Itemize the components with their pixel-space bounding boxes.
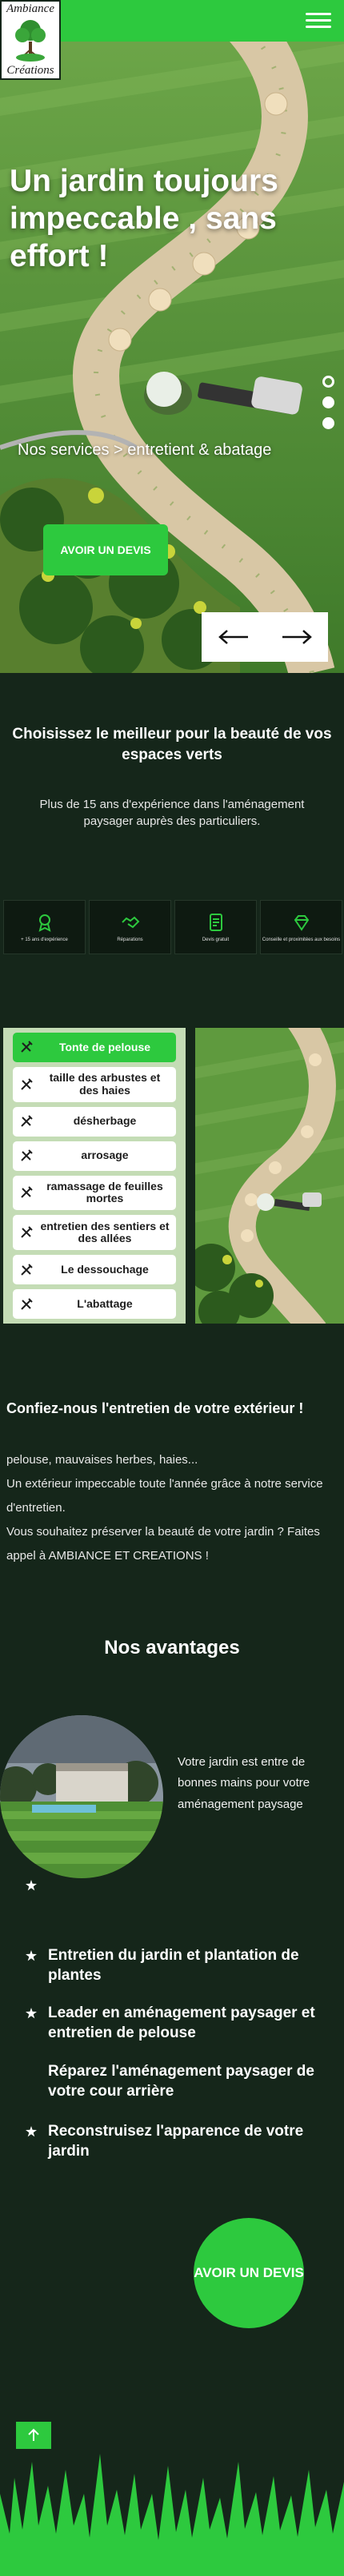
service-label: arrosage xyxy=(81,1149,129,1162)
service-label: désherbage xyxy=(73,1114,137,1128)
slider-arrows xyxy=(202,612,328,662)
service-label: taille des arbustes et des haies xyxy=(49,1071,161,1097)
advantages-photo xyxy=(0,1715,163,1878)
service-label: Tonte de pelouse xyxy=(58,1040,151,1053)
hero-section: Un jardin toujours impeccable , sans eff… xyxy=(0,0,344,673)
advantages-quote-button[interactable]: AVOIR UN DEVIS xyxy=(194,2218,304,2328)
service-tab-watering[interactable]: arrosage xyxy=(13,1141,176,1171)
slider-prev-button[interactable] xyxy=(210,621,258,653)
hamburger-menu-button[interactable] xyxy=(304,6,333,34)
service-tab-tree-felling[interactable]: L'abattage xyxy=(13,1289,176,1320)
stat-card-free-quote: Devis gratuit xyxy=(174,900,257,954)
service-tab-path-maintenance[interactable]: entretien des sentiers et des allées xyxy=(13,1215,176,1251)
award-icon xyxy=(38,914,50,932)
service-label: entretien des sentiers et des allées xyxy=(40,1219,170,1245)
stat-label: Réparations xyxy=(117,937,143,942)
tools-icon xyxy=(21,1226,33,1238)
service-tab-lawn-mowing[interactable]: Tonte de pelouse xyxy=(13,1033,176,1062)
logo-text-top: Ambiance xyxy=(6,2,54,15)
slider-dot-3[interactable] xyxy=(322,417,334,429)
slider-next-button[interactable] xyxy=(273,621,321,653)
stat-card-experience: + 15 ans d'expérience xyxy=(3,900,86,954)
service-tab-stump-removal[interactable]: Le dessouchage xyxy=(13,1255,176,1285)
service-tab-weeding[interactable]: désherbage xyxy=(13,1106,176,1137)
service-tab-leaf-collection[interactable]: ramassage de feuilles mortes xyxy=(13,1175,176,1211)
hero-quote-button[interactable]: AVOIR UN DEVIS xyxy=(43,524,168,575)
logo-text-bottom: Créations xyxy=(6,64,54,77)
hero-title: Un jardin toujours impeccable , sans eff… xyxy=(10,164,278,273)
slider-dot-2[interactable] xyxy=(322,396,334,408)
about-text: pelouse, mauvaises herbes, haies... Un e… xyxy=(6,1448,341,1568)
garden-path-image xyxy=(195,1028,344,1324)
advantages-caption: Votre jardin est entre de bonnes mains p… xyxy=(178,1755,310,1811)
hamburger-menu-icon xyxy=(306,12,331,15)
quote-document-icon xyxy=(209,913,222,931)
service-label: L'abattage xyxy=(77,1296,133,1310)
star-icon xyxy=(26,2126,37,2137)
service-label: Le dessouchage xyxy=(61,1262,149,1276)
tools-icon xyxy=(21,1297,33,1310)
advantages-title: Nos avantages xyxy=(104,1637,240,1658)
service-tab-hedge-trimming[interactable]: taille des arbustes et des haies xyxy=(13,1066,176,1102)
slider-dots xyxy=(322,376,334,429)
diamond-icon xyxy=(294,914,309,931)
advantage-item: Réparez l'aménagement paysager de votre … xyxy=(48,2063,314,2100)
stat-label: Devis gratuit xyxy=(202,937,230,942)
service-label: ramassage de feuilles mortes xyxy=(46,1180,163,1205)
site-header: Ambiance Créations xyxy=(0,0,344,80)
about-heading: Confiez-nous l'entretien de votre extéri… xyxy=(6,1400,304,1416)
tree-logo-icon xyxy=(15,20,46,62)
advantage-item: Leader en aménagement paysager et entret… xyxy=(48,2005,315,2041)
intro-title: Choisissez le meilleur pour la beauté de… xyxy=(12,726,332,763)
scroll-to-top-button[interactable] xyxy=(16,2422,51,2449)
stat-label: + 15 ans d'expérience xyxy=(21,937,68,942)
tools-icon xyxy=(21,1078,33,1090)
about-line: Vous souhaitez préserver la beauté de vo… xyxy=(6,1525,320,1563)
arrow-up-icon xyxy=(28,2428,39,2441)
stat-label: Conseille et proximitées aux besoins xyxy=(262,937,341,942)
site-logo[interactable]: Ambiance Créations xyxy=(0,0,61,80)
tools-icon xyxy=(21,1263,33,1276)
star-icon xyxy=(26,1950,37,1961)
handshake-icon xyxy=(121,916,139,928)
star-icon xyxy=(26,2008,37,2019)
advantage-item: Entretien du jardin et plantation de pla… xyxy=(48,1947,299,1984)
service-image xyxy=(195,1028,344,1324)
header-bar xyxy=(61,0,344,42)
tools-icon xyxy=(21,1149,33,1161)
stat-card-advice: Conseille et proximitées aux besoins xyxy=(260,900,342,954)
stat-card-repairs: Réparations xyxy=(89,900,171,954)
hero-subtitle: Nos services > entretient & abatage xyxy=(18,441,272,459)
lawn-pool-image xyxy=(0,1715,163,1878)
advantage-item: Reconstruisez l'apparence de votre jardi… xyxy=(48,2123,304,2160)
arrow-right-icon xyxy=(282,630,312,644)
arrow-left-icon xyxy=(218,630,248,644)
intro-text: Plus de 15 ans d'expérience dans l'aména… xyxy=(39,798,305,828)
tools-icon xyxy=(21,1186,33,1199)
star-icon xyxy=(26,1880,37,1891)
about-line: Un extérieur impeccable toute l'année gr… xyxy=(6,1477,323,1515)
about-line: pelouse, mauvaises herbes, haies... xyxy=(6,1453,198,1467)
slider-dot-1[interactable] xyxy=(322,376,334,388)
grass-footer-decoration xyxy=(0,2454,344,2576)
services-list: Tonte de pelouse taille des arbustes et … xyxy=(3,1028,186,1324)
tools-icon xyxy=(21,1041,33,1053)
tools-icon xyxy=(21,1115,33,1127)
stats-row: + 15 ans d'expérience Réparations Devis … xyxy=(3,900,342,954)
